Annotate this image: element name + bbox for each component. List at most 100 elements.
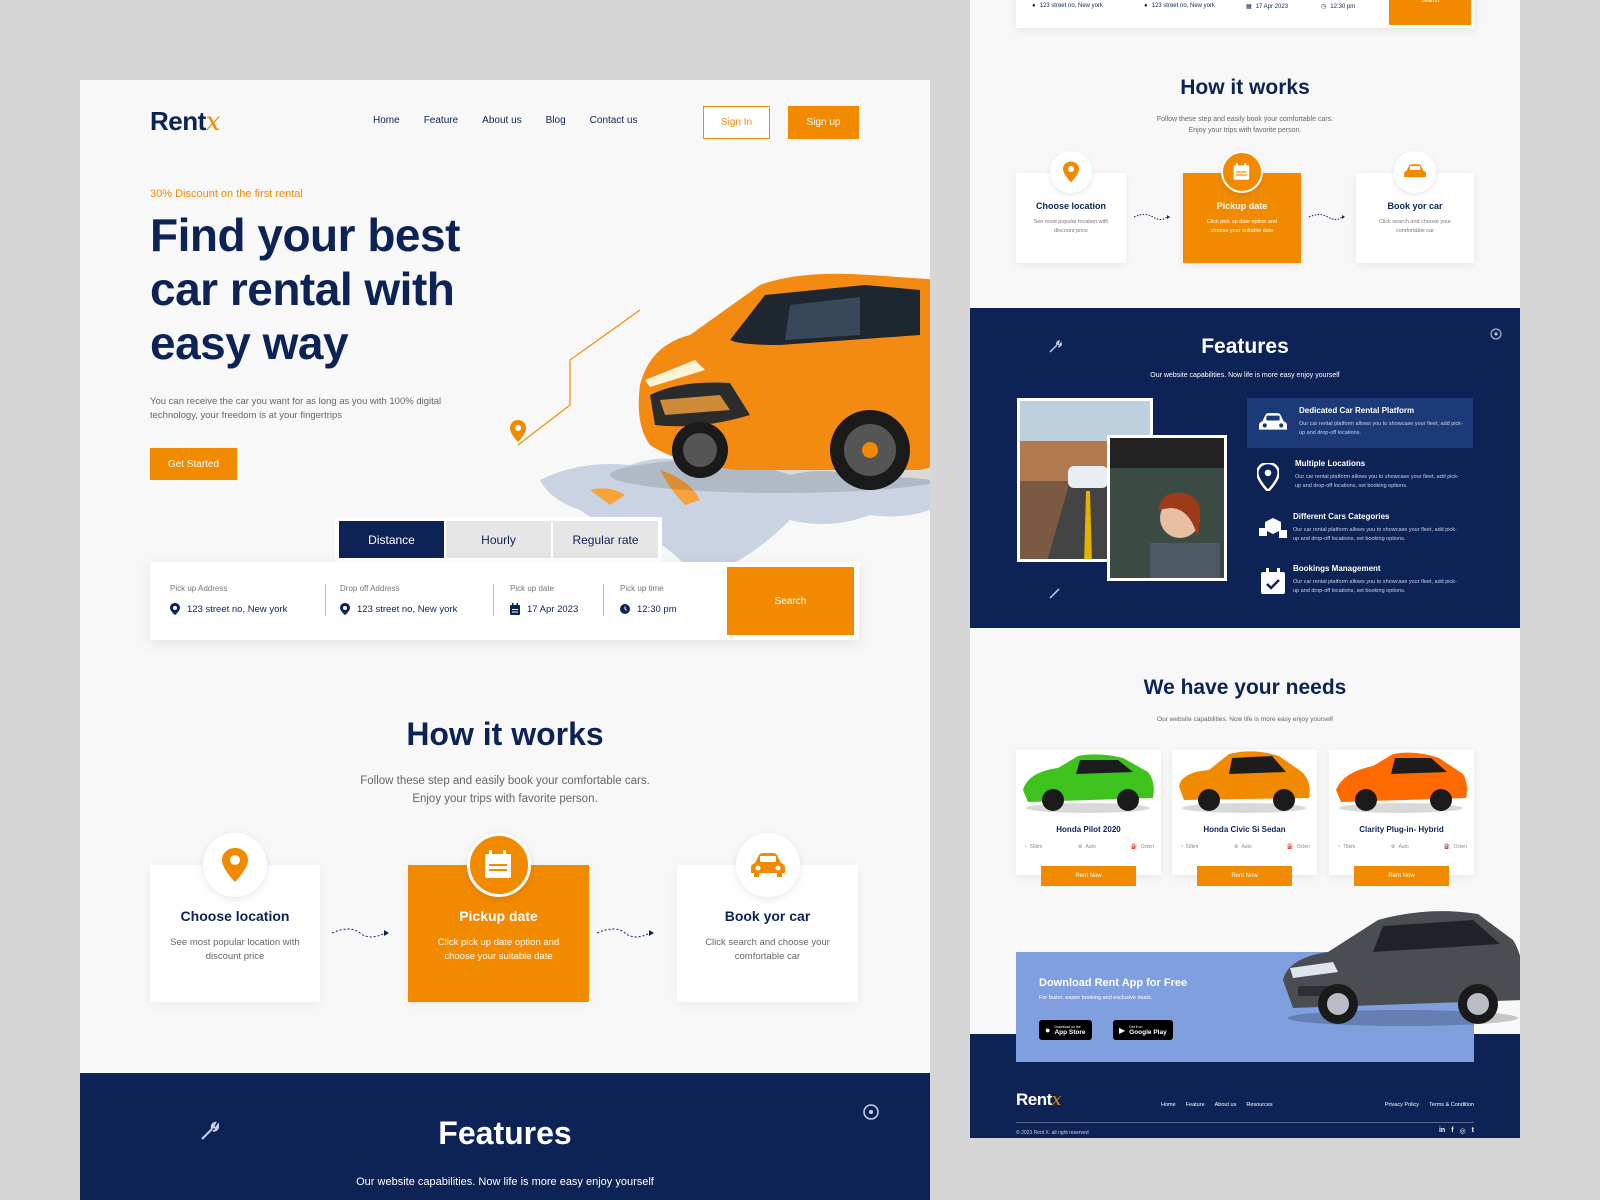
google-play-button[interactable]: ▶ Get it on Google Play [1113,1020,1173,1040]
landing-page-main: Rentx Home Feature About us Blog Contact… [80,80,930,1200]
feature-bookings-management[interactable]: Bookings Management Our car rental platf… [1247,556,1473,606]
gearbox-icon: ⚙ Auto [1390,844,1409,850]
dashed-arrow-icon [331,928,389,938]
tab-hourly[interactable]: Hourly [446,521,551,558]
dropoff-address-field[interactable]: Drop off Address 123 street no, New york [340,584,457,615]
features-subtitle: Our website capabilities. Now life is mo… [356,1176,654,1188]
footer-legal: Privacy Policy Terms & Condition [1385,1102,1474,1108]
location-pin-icon [340,603,350,615]
pen-icon [1049,588,1060,599]
driver-woman-photo [1107,435,1227,581]
nav-feature[interactable]: Feature [424,115,458,126]
feature-dedicated-platform[interactable]: Dedicated Car Rental Platform Our car re… [1247,398,1473,448]
rate-tabs: Distance Hourly Regular rate [335,517,662,562]
needs-subtitle: Our website capabilities. Now life is mo… [1157,716,1333,723]
feature-multiple-locations[interactable]: Multiple Locations Our car rental platfo… [1247,451,1473,501]
footer-divider [1016,1122,1474,1123]
main-nav: Home Feature About us Blog Contact us [373,115,637,126]
footer-link-home[interactable]: Home [1161,1102,1176,1108]
sign-in-button[interactable]: Sign In [703,106,770,139]
pickup-date-field[interactable]: Pick up date 17 Apr 2023 [510,584,578,615]
needs-title: We have your needs [1143,676,1347,699]
features-title: Features [1201,335,1289,358]
rent-now-button[interactable]: Rent Now [1041,866,1136,886]
clock-icon: ◷ [1321,4,1327,10]
footer-logo[interactable]: Rentx [1016,1090,1061,1110]
linkedin-icon[interactable]: in [1439,1127,1445,1135]
pickup-date-field[interactable]: ▦ 17 Apr 2023 [1246,3,1288,11]
dashed-arrow-icon [1308,214,1345,220]
apple-icon: ● [1045,1025,1051,1035]
route-line [517,309,641,446]
how-it-works-title: How it works [1180,76,1310,99]
step-card-pickup-date[interactable]: Pickup date Click pick up date option an… [408,833,589,1002]
dashed-arrow-icon [596,928,654,938]
tab-regular-rate[interactable]: Regular rate [553,521,658,558]
footer-link-about[interactable]: About us [1215,1102,1237,1108]
features-subtitle: Our website capabilities. Now life is mo… [1150,372,1340,379]
nav-about[interactable]: About us [482,115,521,126]
car-card[interactable]: Clarity Plug-in- Hybrid ◔ 75km ⚙ Auto ⛽ Oc… [1329,750,1474,886]
fuel-icon: ⛽ Octen [1131,844,1154,850]
location-pin-icon [170,603,180,615]
footer-link-feature[interactable]: Feature [1186,1102,1205,1108]
play-icon: ▶ [1119,1025,1126,1035]
pickup-time-field[interactable]: ◷ 12:30 pm [1321,3,1355,11]
social-links: in f ◎ t [1439,1127,1474,1135]
how-it-works-subtitle: Follow these step and easily book your c… [360,775,650,805]
feature-car-categories[interactable]: Different Cars Categories Our car rental… [1247,504,1473,554]
car-card[interactable]: Honda Pilot 2020 ◔ 50km ⚙ Auto ⛽ Octen Ren… [1016,750,1161,886]
calendar-icon [1233,163,1250,180]
hero-subtitle: You can receive the car you want for as … [150,396,442,421]
features-section: Features Our website capabilities. Now l… [970,308,1520,628]
instagram-icon[interactable]: ◎ [1460,1127,1466,1135]
features-section: Features Our website capabilities. Now l… [80,1073,930,1200]
facebook-icon[interactable]: f [1451,1127,1453,1135]
pickup-address-field[interactable]: ● 123 street no, New york [1032,3,1103,9]
location-pin-icon: ● [1144,3,1148,9]
car-card[interactable]: Honda Civic Si Sedan ◔ 50km ⚙ Auto ⛽ Octen… [1172,750,1317,886]
gearbox-icon: ⚙ Auto [1233,844,1252,850]
rent-now-button[interactable]: Rent Now [1197,866,1292,886]
calendar-icon [510,603,520,615]
twitter-icon[interactable]: t [1472,1127,1474,1135]
divider [603,584,604,616]
fuel-icon: ⛽ Octen [1444,844,1467,850]
tab-distance[interactable]: Distance [339,521,444,558]
location-pin-icon [1063,161,1079,183]
privacy-policy-link[interactable]: Privacy Policy [1385,1102,1419,1108]
search-button[interactable]: Search [727,567,854,635]
step-card-book-car[interactable]: Book yor car Click search and choose you… [1356,151,1474,263]
speedometer-icon: ◔ 50km [1180,844,1199,850]
sign-up-button[interactable]: Sign up [788,106,859,139]
step-card-book-car[interactable]: Book yor car Click search and choose you… [677,833,858,1002]
calendar-check-icon [1261,568,1285,594]
clock-icon [620,604,630,614]
car-photo [1179,751,1310,813]
step-card-pickup-date[interactable]: Pickup date Click pick up date option an… [1183,151,1301,263]
step-card-choose-location[interactable]: Choose location See most popular locatio… [1016,151,1126,263]
booking-search-bar: ● 123 street no, New york ● 123 street no,… [1016,0,1474,28]
pickup-time-field[interactable]: Pick up time 12:30 pm [620,584,677,615]
car-icon [1259,413,1287,430]
step-card-choose-location[interactable]: Choose location See most popular locatio… [150,833,320,1002]
features-title: Features [438,1115,572,1151]
footer-nav: Home Feature About us Resources [1161,1102,1273,1108]
location-pin-icon [222,848,248,882]
logo[interactable]: Rentx [150,106,220,137]
dashed-arrow-icon [1133,214,1170,220]
footer-link-resources[interactable]: Resources [1246,1102,1272,1108]
app-store-button[interactable]: ● Download on the App Store [1039,1020,1092,1040]
rent-now-button[interactable]: Rent Now [1354,866,1449,886]
dropoff-address-field[interactable]: ● 123 street no, New york [1144,3,1215,9]
nav-contact[interactable]: Contact us [590,115,638,126]
terms-link[interactable]: Terms & Condition [1429,1102,1474,1108]
discount-tagline: 30% Discount on the first rental [150,188,303,200]
get-started-button[interactable]: Get Started [150,448,237,480]
pickup-address-field[interactable]: Pick up Address 123 street no, New york [170,584,287,615]
search-button[interactable]: Search [1389,0,1471,25]
calendar-icon: ▦ [1246,4,1252,10]
cubes-icon [1259,518,1287,538]
nav-home[interactable]: Home [373,115,400,126]
nav-blog[interactable]: Blog [546,115,566,126]
